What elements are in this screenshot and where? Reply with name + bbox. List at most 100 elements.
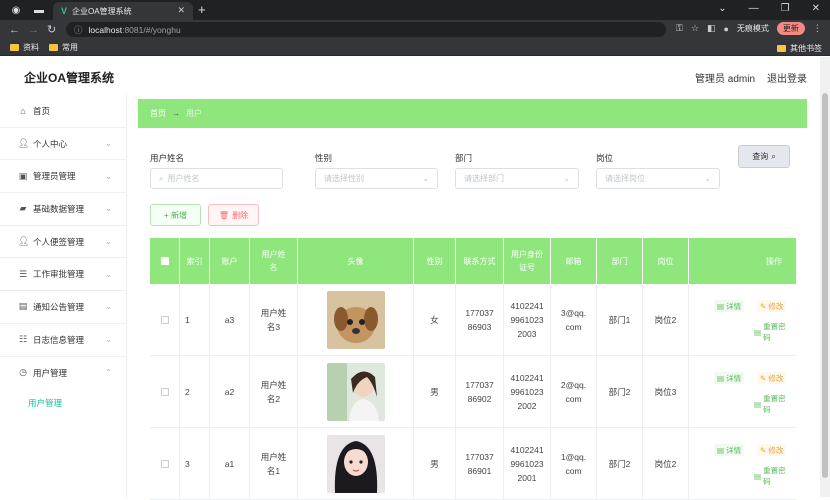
cell-phone: 17703786901 — [456, 428, 504, 500]
new-tab-button[interactable]: + — [198, 2, 206, 17]
minimize-icon[interactable]: — — [749, 3, 759, 14]
reset-password-button[interactable]: ▤ 重置密码 — [751, 322, 796, 342]
edit-button[interactable]: ✎ 修改 — [757, 300, 787, 312]
sex-placeholder: 请选择性别 — [324, 174, 364, 183]
cell-account: a2 — [210, 356, 250, 428]
dept-select[interactable]: 请选择部门 ⌄ — [455, 168, 579, 189]
sidebar-item-log[interactable]: ☷ 日志信息管理 ⌄ — [0, 324, 126, 357]
reset-password-button[interactable]: ▤ 重置密码 — [751, 466, 796, 486]
col-name[interactable]: 用户姓名 — [250, 238, 298, 284]
sidebar-item-approval[interactable]: ☰ 工作审批管理 ⌄ — [0, 258, 126, 292]
sidebar-item-home[interactable]: ⌂ 首页 — [0, 95, 126, 128]
key-icon[interactable]: ⚿ — [676, 23, 683, 34]
row-checkbox[interactable] — [160, 388, 169, 396]
chevron-down-icon: ⌄ — [105, 171, 112, 181]
close-window-icon[interactable]: ✕ — [812, 3, 820, 14]
post-select[interactable]: 请选择岗位 ⌄ — [596, 168, 720, 189]
sidebar: ⌂ 首页 👤︎ 个人中心 ⌄ ▣ 管理员管理 ⌄ ▰ 基础数据管理 ⌄ 👤︎ 个人便签管理 ⌄ ☰… — [0, 95, 127, 497]
row-checkbox[interactable] — [160, 460, 169, 468]
browser-menu-icon[interactable]: ◉ — [9, 3, 23, 17]
file-icon: ▤ — [717, 373, 727, 383]
col-phone[interactable]: 联系方式 — [456, 238, 504, 284]
detail-button[interactable]: ▤ 详情 — [714, 444, 745, 456]
col-index[interactable]: 索引 — [180, 238, 210, 284]
address-bar-row: ← → ↻ ⓘ localhost :8081/#/yonghu ⚿ ☆ ◧ ●… — [0, 20, 830, 39]
query-button[interactable]: 查询 ⌕ — [738, 145, 790, 168]
col-account[interactable]: 账户 — [210, 238, 250, 284]
file-icon: ▤ — [754, 399, 764, 409]
col-dept[interactable]: 部门 — [597, 238, 643, 284]
bookmark-folder[interactable]: 常用 — [49, 42, 78, 53]
update-button[interactable]: 更新 — [776, 22, 805, 35]
edit-button[interactable]: ✎ 修改 — [757, 372, 787, 384]
edit-button[interactable]: ✎ 修改 — [757, 444, 787, 456]
detail-button[interactable]: ▤ 详情 — [714, 300, 745, 312]
name-label: 用户姓名 — [150, 153, 185, 163]
breadcrumb-home[interactable]: 首页 — [150, 108, 166, 119]
page-scrollbar-thumb[interactable] — [822, 93, 828, 478]
sex-select[interactable]: 请选择性别 ⌄ — [315, 168, 438, 189]
more-icon[interactable]: ⋮ — [813, 23, 822, 34]
sidebar-item-basic-data[interactable]: ▰ 基础数据管理 ⌄ — [0, 193, 126, 226]
bookmark-folder[interactable]: 资料 — [10, 42, 39, 53]
sidebar-item-profile[interactable]: 👤︎ 个人中心 ⌄ — [0, 128, 126, 161]
cell-index: 2 — [180, 356, 210, 428]
star-icon[interactable]: ☆ — [691, 23, 699, 34]
url-input[interactable]: ⓘ localhost :8081/#/yonghu — [66, 22, 666, 37]
chevron-down-icon: ⌄ — [704, 174, 711, 183]
forward-icon[interactable]: → — [28, 24, 39, 36]
cell-email: 3@qq.com — [551, 284, 597, 356]
col-avatar[interactable]: 头像 — [298, 238, 414, 284]
col-idcard[interactable]: 用户身份证号 — [504, 238, 551, 284]
name-input[interactable]: ⌕ 用户姓名 — [150, 168, 283, 189]
tab-close-icon[interactable]: ✕ — [177, 5, 185, 16]
row-actions: ▤ 详情 ✎ 修改 ▤ 重置密码 — [689, 356, 796, 428]
bookmarks-bar: 资料 常用 其他书签 — [0, 39, 830, 56]
submenu-user-manage[interactable]: 用户管理 — [0, 389, 126, 417]
reload-icon[interactable]: ↻ — [47, 23, 57, 36]
other-bookmarks-label: 其他书签 — [790, 44, 822, 53]
select-all-cell — [150, 238, 180, 284]
cell-account: a3 — [210, 284, 250, 356]
sidebar-item-label: 个人中心 — [33, 138, 68, 149]
app-page: 企业OA管理系统 管理员 admin 退出登录 ⌂ 首页 👤︎ 个人中心 ⌄ ▣ 管理员… — [0, 57, 830, 500]
edit-label: 修改 — [768, 301, 784, 311]
sidebar-item-label: 用户管理 — [33, 367, 68, 378]
cell-dept: 部门2 — [597, 428, 643, 500]
back-icon[interactable]: ← — [9, 24, 20, 36]
sidebar-item-users[interactable]: ◷ 用户管理 ⌃ — [0, 357, 126, 390]
app-title: 企业OA管理系统 — [24, 71, 115, 85]
sidebar-item-notes[interactable]: 👤︎ 个人便签管理 ⌄ — [0, 226, 126, 259]
logout-link[interactable]: 退出登录 — [767, 70, 807, 85]
cell-phone: 17703786903 — [456, 284, 504, 356]
delete-button[interactable]: 🗑︎ 删除 — [208, 204, 259, 226]
current-user: 管理员 admin — [695, 74, 756, 85]
dept-label: 部门 — [455, 153, 473, 163]
col-post[interactable]: 岗位 — [643, 238, 689, 284]
avatar-image — [326, 291, 385, 349]
tab-strip-icon[interactable]: ▬ — [32, 3, 46, 17]
reset-password-button[interactable]: ▤ 重置密码 — [751, 394, 796, 414]
select-all-checkbox[interactable] — [160, 257, 169, 265]
restore-icon[interactable]: ❐ — [781, 3, 790, 14]
row-checkbox[interactable] — [160, 316, 169, 324]
detail-button[interactable]: ▤ 详情 — [714, 372, 745, 384]
sidepanel-icon[interactable]: ◧ — [707, 23, 716, 34]
other-bookmarks[interactable]: 其他书签 — [777, 43, 822, 54]
cell-sex: 男 — [414, 356, 456, 428]
info-icon[interactable]: ⓘ — [74, 24, 83, 36]
window-controls: ⌄ — ❐ ✕ — [718, 3, 820, 14]
sidebar-item-notice[interactable]: ▤ 通知公告管理 ⌄ — [0, 291, 126, 324]
clipboard-icon: ▤ — [18, 301, 28, 312]
tab-search-icon[interactable]: ⌄ — [718, 3, 726, 14]
truck-icon: ▰ — [19, 203, 27, 214]
url-host: localhost — [88, 24, 123, 35]
browser-tab[interactable]: V 企业OA管理系统 ✕ — [53, 2, 193, 20]
cell-name: 用户姓名2 — [250, 356, 298, 428]
cell-post: 岗位2 — [643, 284, 689, 356]
col-email[interactable]: 邮箱 — [551, 238, 597, 284]
add-button[interactable]: + 新增 — [150, 204, 201, 226]
sidebar-item-admin[interactable]: ▣ 管理员管理 ⌄ — [0, 160, 126, 194]
cell-name: 用户姓名3 — [250, 284, 298, 356]
col-sex[interactable]: 性别 — [414, 238, 456, 284]
